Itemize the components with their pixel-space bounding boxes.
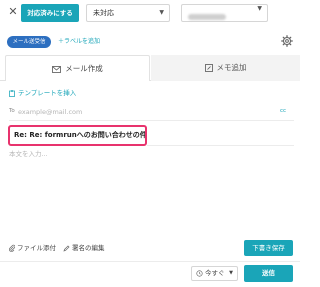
- close-icon[interactable]: ✕: [6, 5, 20, 19]
- subject-divider: [147, 145, 294, 146]
- edit-signature-button[interactable]: 署名の編集: [63, 243, 105, 253]
- template-label: テンプレートを挿入: [18, 89, 77, 97]
- attach-label: ファイル添付: [17, 244, 56, 252]
- template-icon: [9, 89, 15, 97]
- status-value: 未対応: [93, 9, 114, 17]
- tab-add-memo[interactable]: メモ追加: [151, 55, 300, 81]
- chevron-down-icon: ▼: [229, 270, 233, 276]
- send-timing-select[interactable]: 今すぐ ▼: [191, 266, 238, 281]
- assignee-name-redacted: [188, 14, 226, 20]
- attach-file-button[interactable]: ファイル添付: [9, 243, 56, 253]
- to-label: To: [9, 108, 15, 114]
- add-label-link[interactable]: ＋ラベルを追加: [58, 37, 100, 47]
- tab-label: メモ追加: [216, 63, 247, 72]
- footer-divider: [0, 261, 300, 262]
- save-draft-button[interactable]: 下書き保存: [244, 240, 293, 256]
- to-address-input[interactable]: [18, 106, 258, 118]
- message-body-input[interactable]: [9, 148, 294, 234]
- send-timing-value: 今すぐ: [205, 269, 225, 277]
- clock-icon: [196, 269, 203, 277]
- mail-icon: [52, 65, 62, 73]
- compose-tabs: メール作成 メモ追加: [0, 55, 300, 81]
- send-button[interactable]: 送信: [244, 265, 293, 282]
- mark-resolved-button[interactable]: 対応済みにする: [21, 4, 79, 22]
- cc-toggle[interactable]: cc: [280, 108, 286, 114]
- to-row: To cc: [9, 105, 294, 121]
- assignee-select[interactable]: ▼: [181, 4, 268, 22]
- note-icon: [204, 64, 213, 72]
- subject-field[interactable]: Re: Re: formrunへのお問い合わせの件: [8, 125, 147, 146]
- pencil-icon: [63, 245, 70, 252]
- insert-template-link[interactable]: テンプレートを挿入: [9, 88, 76, 98]
- chevron-down-icon: ▼: [159, 9, 164, 16]
- mail-compose-panel: ✕ 対応済みにする 未対応 ▼ ▼ メール送受信 ＋ラベルを追加 メール作成 メ…: [0, 0, 300, 287]
- label-chip-mail[interactable]: メール送受信: [7, 36, 51, 48]
- tab-label: メール作成: [65, 64, 103, 73]
- signature-label: 署名の編集: [72, 244, 105, 252]
- chevron-down-icon: ▼: [257, 5, 262, 12]
- tab-mail-compose[interactable]: メール作成: [5, 55, 150, 81]
- paperclip-icon: [9, 244, 16, 252]
- gear-icon[interactable]: [281, 35, 293, 47]
- status-select[interactable]: 未対応 ▼: [86, 4, 170, 22]
